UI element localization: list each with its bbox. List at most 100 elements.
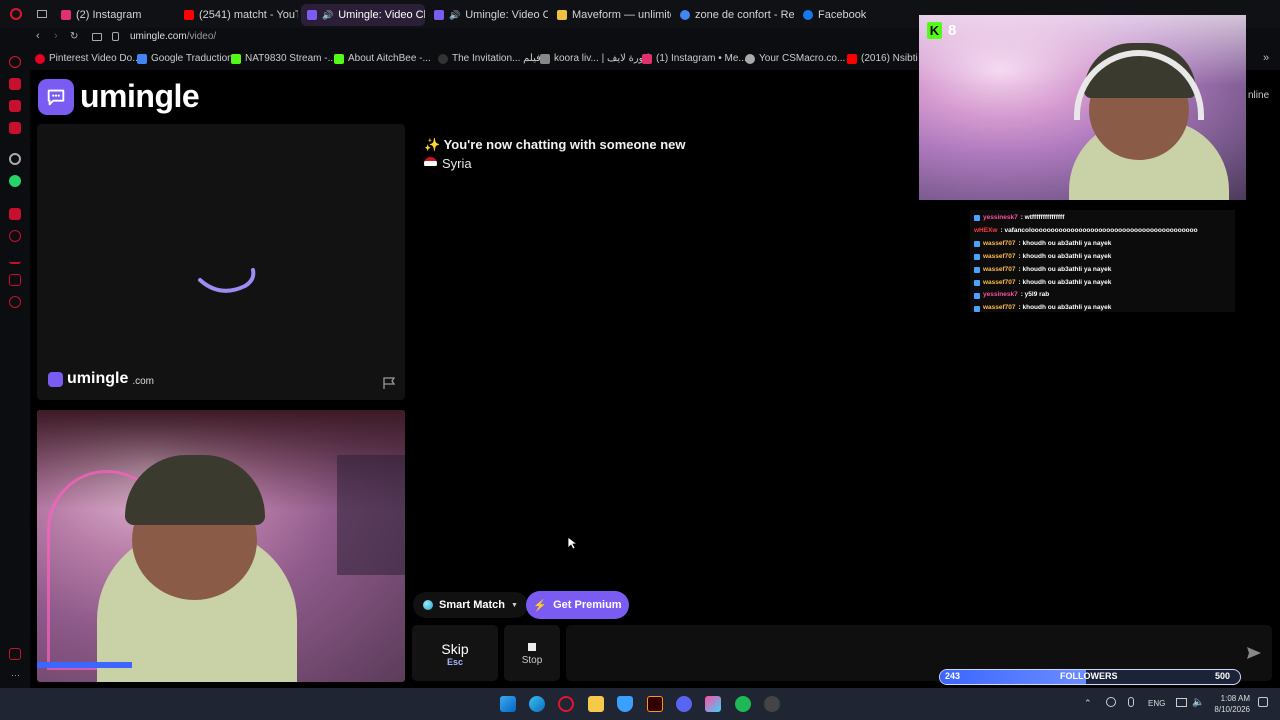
music-icon[interactable] [9,208,21,220]
wifi-icon[interactable] [1176,698,1187,707]
send-icon[interactable] [1246,646,1262,660]
kick-viewers-badge: K 8 [927,22,956,39]
badge-icon [974,279,980,286]
stop-button[interactable]: Stop [504,625,560,681]
opera-logo-icon[interactable] [10,8,22,20]
spotify-icon[interactable] [735,696,751,712]
chat-line: wassef707: khoudh ou ab3athli ya nayek [974,277,1231,290]
tab-instagram[interactable]: (2) Instagram [55,4,175,26]
maveform-icon [557,10,567,20]
browser-sidebar: ··· [0,48,30,688]
clock-date: 8/10/2026 [1214,705,1250,714]
chat-user: wHEXw [974,226,998,234]
snapshot-icon[interactable] [92,33,102,41]
mail-icon[interactable] [9,100,21,112]
tab-grid-icon[interactable] [37,10,47,18]
url-host: umingle.com [130,31,187,42]
opera-gx-icon[interactable] [558,696,574,712]
report-flag-icon[interactable] [382,376,396,390]
chatgpt-icon[interactable] [9,153,21,165]
chat-msg: : vafancoloooooooooooooooooooooooooooooo… [1000,226,1198,234]
url-field[interactable]: umingle.com/video/ [130,31,216,42]
chat-line: wHEXw: vafancolooooooooooooooooooooooooo… [974,225,1231,238]
stop-icon [528,643,536,651]
online-count: nline [1248,90,1270,101]
chat-user: wassef707 [983,239,1016,247]
youtube-icon [184,10,194,20]
tray-chevron-icon[interactable]: ⌃ [1084,698,1092,709]
workspace-icon[interactable] [9,122,21,134]
get-premium-button[interactable]: ⚡ Get Premium [526,591,629,619]
edge-icon[interactable] [529,696,545,712]
discord-icon[interactable] [676,696,692,712]
capcut-icon[interactable] [705,696,721,712]
downloads-icon[interactable] [9,252,21,264]
tab-google[interactable]: zone de confort - Recher [674,4,794,26]
settings-icon[interactable] [9,296,21,308]
whatsapp-icon[interactable] [9,175,21,187]
badge-icon [974,267,980,274]
chat-msg: : khoudh ou ab3athli ya nayek [1018,265,1112,273]
aria-icon[interactable] [9,56,21,68]
bookmark-item[interactable]: Your CSMacro.co... [745,53,845,64]
watermark-text: umingle [67,370,129,387]
bookmark-item[interactable]: About AitchBee -... [334,53,431,64]
language-indicator[interactable]: ENG [1148,699,1165,708]
tab-maveform[interactable]: Maveform — unlimited AI [551,4,671,26]
chat-msg: : y5l9 rab [1020,291,1050,299]
chat-notice: ✨ You're now chatting with someone new [424,137,686,153]
bookmark-item[interactable]: koora liv... | كورة لايف [540,53,649,64]
google-icon [680,10,690,20]
extensions-icon[interactable] [9,274,21,286]
notifications-icon[interactable] [1258,697,1268,707]
translate-icon [137,53,147,64]
more-icon[interactable]: ··· [11,670,20,680]
badge-icon [974,215,980,222]
chat-msg: : khoudh ou ab3athli ya nayek [1018,252,1112,260]
badge-icon [974,254,980,261]
illustrator-icon[interactable] [647,696,663,712]
bookmark-item[interactable]: Google Traduction [137,53,233,64]
tab-label: (2) Instagram [76,9,142,21]
chevron-down-icon: ▼ [511,601,518,609]
bolt-icon: ⚡ [533,599,548,612]
messenger-icon[interactable] [9,78,21,90]
badge-icon [974,305,980,312]
bookmark-label: Pinterest Video Do... [49,53,141,64]
defender-icon[interactable] [617,696,633,712]
clock[interactable]: 1:08 AM 8/10/2026 [1214,693,1250,715]
bookmark-item[interactable]: Pinterest Video Do... [35,53,141,64]
self-video [37,410,405,682]
microphone-icon[interactable] [1128,697,1134,707]
bookmarks-more-icon[interactable]: » [1263,52,1269,64]
bookmark-item[interactable]: The Invitation... فيلم [438,53,541,64]
skip-button[interactable]: Skip Esc [412,625,498,681]
obs-icon[interactable] [764,696,780,712]
bookmark-label: The Invitation... فيلم [452,53,541,64]
file-explorer-icon[interactable] [588,696,604,712]
bookmark-item[interactable]: (1) Instagram • Me... [642,53,747,64]
tab-label: (2541) matcht - YouTube [199,9,298,21]
back-icon[interactable]: ‹ [36,30,40,42]
tab-youtube[interactable]: (2541) matcht - YouTube [178,4,298,26]
tab-facebook[interactable]: Facebook [797,4,907,26]
tab-umingle[interactable]: 🔊 Umingle: Video Chat w [428,4,548,26]
site-logo[interactable]: umingle [38,78,200,115]
volume-icon[interactable]: 🔈 [1192,697,1204,708]
tab-umingle-active[interactable]: 🔊 Umingle: Video Chat w [301,4,425,26]
mini-followers-bar [37,662,132,668]
smart-match-dropdown[interactable]: Smart Match ▼ [413,592,528,618]
reload-icon[interactable]: ↻ [70,31,78,42]
start-icon[interactable] [500,696,516,712]
syria-flag-icon [424,157,437,170]
gx-icon[interactable] [9,648,21,660]
history-icon[interactable] [9,230,21,242]
bookmark-item[interactable]: NAT9830 Stream -... [231,53,336,64]
smart-match-label: Smart Match [439,599,506,611]
chat-msg: : khoudh ou ab3athli ya nayek [1018,278,1112,286]
facebook-icon [803,10,813,20]
instagram-icon [61,10,71,20]
network-icon[interactable] [1106,697,1116,707]
forward-icon[interactable]: › [54,30,58,42]
tab-label: Umingle: Video Chat w [465,9,548,21]
